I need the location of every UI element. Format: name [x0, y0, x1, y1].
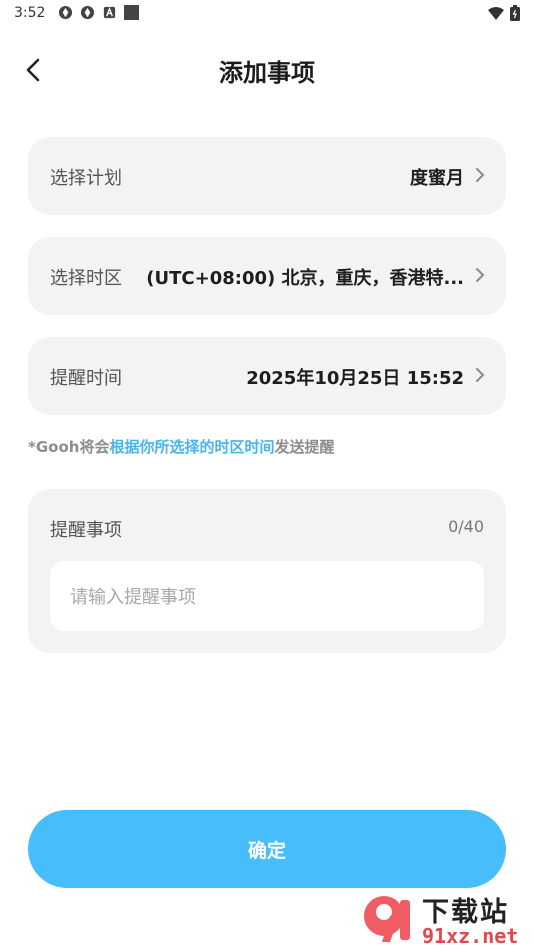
- select-timezone-row[interactable]: 选择时区 (UTC+08:00) 北京，重庆，香港特...: [28, 237, 506, 315]
- header: 添加事项: [0, 44, 534, 96]
- chevron-right-icon: [476, 368, 485, 382]
- hint-highlight: 根据你所选择的时区时间: [109, 438, 275, 456]
- reminder-item-label: 提醒事项: [50, 520, 122, 541]
- status-time: 3:52: [14, 5, 46, 21]
- status-notification-icons: [58, 5, 139, 20]
- reminder-item-card: 提醒事项 0/40: [28, 489, 506, 653]
- status-bar: 3:52: [0, 0, 534, 28]
- reminder-time-label: 提醒时间: [50, 368, 122, 389]
- reminder-item-input-box: [50, 561, 484, 633]
- app-icon-2: [80, 5, 95, 20]
- select-plan-value: 度蜜月: [410, 168, 464, 189]
- select-timezone-label: 选择时区: [50, 268, 122, 289]
- timezone-hint: *Gooh将会根据你所选择的时区时间发送提醒: [28, 436, 334, 457]
- watermark-url: 91xz.net: [422, 924, 519, 948]
- select-timezone-value: (UTC+08:00) 北京，重庆，香港特...: [146, 268, 464, 289]
- char-counter: 0/40: [448, 517, 484, 536]
- watermark-logo-icon: [364, 896, 410, 942]
- wifi-icon: [488, 7, 504, 20]
- hint-suffix: 发送提醒: [274, 438, 335, 456]
- battery-icon: [510, 5, 520, 21]
- reminder-time-value: 2025年10月25日 15:52: [246, 368, 464, 389]
- app-icon-1: [58, 5, 73, 20]
- chevron-right-icon: [476, 168, 485, 182]
- reminder-item-input[interactable]: [68, 561, 472, 633]
- watermark: 下载站 91xz.net: [360, 890, 530, 950]
- select-plan-label: 选择计划: [50, 168, 122, 189]
- status-system-icons: [488, 5, 520, 21]
- chevron-right-icon: [476, 268, 485, 282]
- select-plan-row[interactable]: 选择计划 度蜜月: [28, 137, 506, 215]
- page-title: 添加事项: [219, 59, 315, 87]
- square-icon: [124, 5, 139, 20]
- confirm-button[interactable]: 确定: [28, 810, 506, 888]
- a-icon: [103, 6, 116, 19]
- hint-prefix: *Gooh将会: [28, 438, 110, 456]
- reminder-time-row[interactable]: 提醒时间 2025年10月25日 15:52: [28, 337, 506, 415]
